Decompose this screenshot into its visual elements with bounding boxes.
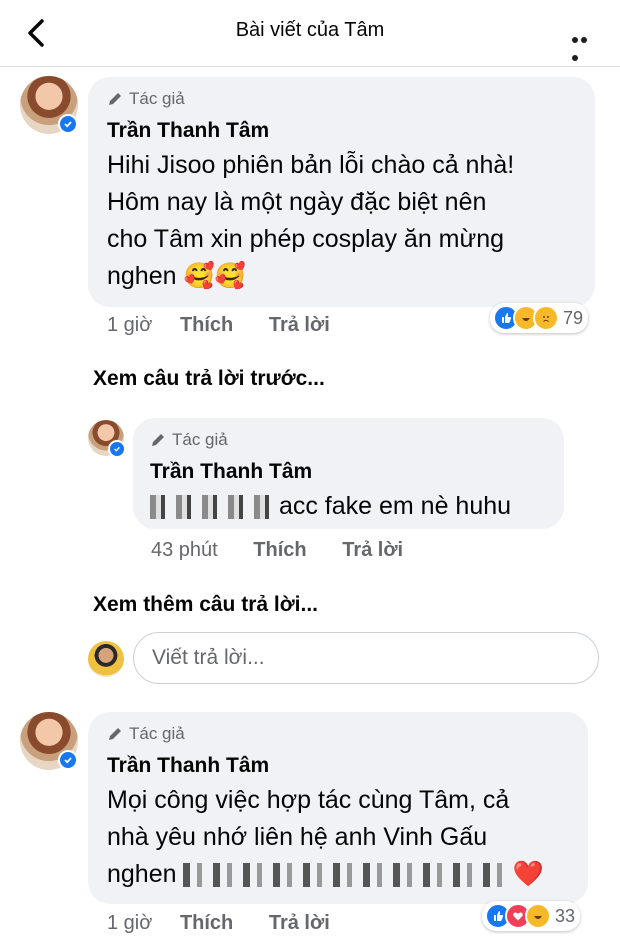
reply-button[interactable]: Trả lời xyxy=(269,912,330,934)
pencil-icon xyxy=(109,728,121,740)
page-title: Bài viết của Tâm xyxy=(235,19,385,41)
reaction-summary[interactable]: 33 xyxy=(482,901,581,931)
smiling-hearts-emoji: 🥰🥰 xyxy=(183,262,246,290)
author-tag: Tác giả xyxy=(107,89,185,109)
commenter-name[interactable]: Trần Thanh Tâm xyxy=(150,460,312,484)
pencil-icon xyxy=(152,434,164,446)
censored-text xyxy=(183,863,506,888)
verified-badge-icon xyxy=(58,114,78,134)
author-tag: Tác giả xyxy=(107,724,185,744)
commenter-name[interactable]: Trần Thanh Tâm xyxy=(107,119,269,143)
verified-badge-icon xyxy=(108,440,126,458)
reaction-count: 33 xyxy=(555,905,576,926)
comment-time: 1 giờ xyxy=(107,912,153,934)
comment-bubble: Tác giả Trần Thanh Tâm Mọi công việc hợp… xyxy=(88,712,588,904)
see-previous-replies-link[interactable]: Xem câu trả lời trước... xyxy=(93,367,325,391)
reply-bubble: Tác giả Trần Thanh Tâm acc fake em nè hu… xyxy=(133,418,564,529)
reaction-count: 79 xyxy=(563,307,584,328)
avatar[interactable] xyxy=(20,712,78,770)
reply-input[interactable]: Viết trả lời... xyxy=(133,632,599,684)
haha-reaction-icon xyxy=(525,903,551,929)
reaction-summary[interactable]: 79 xyxy=(490,303,589,333)
comment-bubble: Tác giả Trần Thanh Tâm Hihi Jisoo phiên … xyxy=(88,77,595,307)
commenter-name[interactable]: Trần Thanh Tâm xyxy=(107,754,269,778)
reply-button[interactable]: Trả lời xyxy=(269,314,330,336)
like-button[interactable]: Thích xyxy=(180,912,233,934)
more-options-icon[interactable] xyxy=(572,30,598,61)
avatar[interactable] xyxy=(88,420,126,458)
like-button[interactable]: Thích xyxy=(180,314,233,336)
comment-text: Mọi công việc hợp tác cùng Tâm, cả nhà y… xyxy=(107,786,544,888)
pencil-icon xyxy=(109,93,121,105)
comment-time: 1 giờ xyxy=(107,314,153,336)
avatar[interactable] xyxy=(20,76,78,134)
comment-meta: 1 giờ Thích Trả lời xyxy=(107,912,330,935)
reply-meta: 43 phút Thích Trả lời xyxy=(151,539,403,562)
comment-meta: 1 giờ Thích Trả lời xyxy=(107,314,330,337)
like-button[interactable]: Thích xyxy=(253,539,306,561)
author-tag: Tác giả xyxy=(150,430,228,450)
reply-button[interactable]: Trả lời xyxy=(342,539,403,561)
reply-text: acc fake em nè huhu xyxy=(150,488,511,525)
sad-reaction-icon xyxy=(533,305,559,331)
current-user-avatar xyxy=(88,641,124,677)
see-more-replies-link[interactable]: Xem thêm câu trả lời... xyxy=(93,593,318,617)
reply-time: 43 phút xyxy=(151,539,218,561)
verified-badge-icon xyxy=(58,750,78,770)
comment-text: Hihi Jisoo phiên bản lỗi chào cả nhà! Hô… xyxy=(107,151,515,290)
top-bar: Bài viết của Tâm xyxy=(0,0,620,67)
red-heart-emoji: ❤️ xyxy=(512,860,544,888)
censored-text xyxy=(150,495,272,520)
